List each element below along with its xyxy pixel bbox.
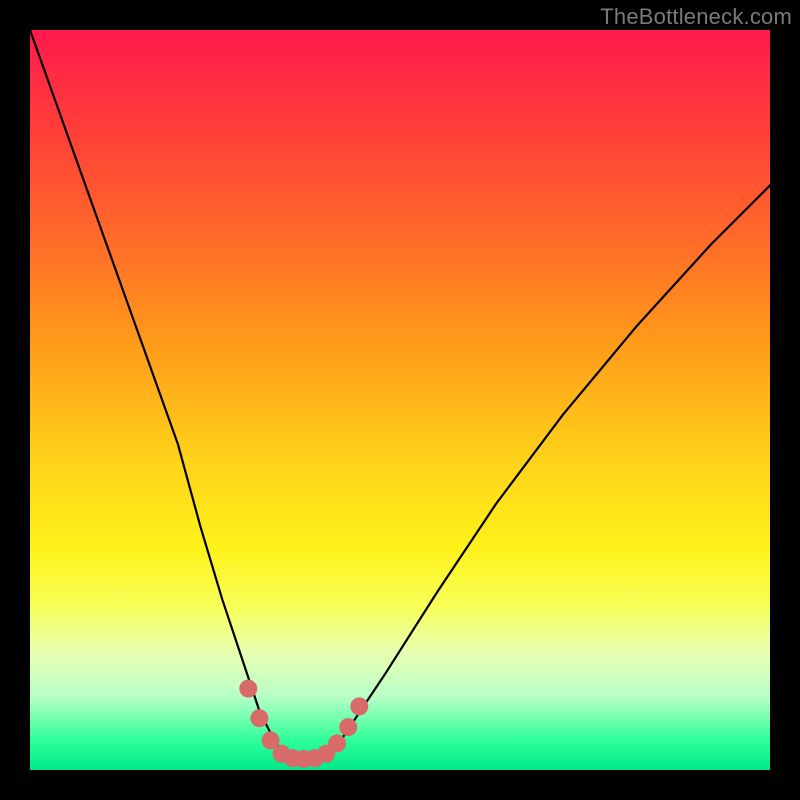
highlight-dot [262, 731, 280, 749]
highlight-dot [273, 745, 291, 763]
highlight-dot [317, 745, 335, 763]
highlight-dot [250, 709, 268, 727]
highlight-dot [328, 734, 346, 752]
chart-frame: TheBottleneck.com [0, 0, 800, 800]
highlight-dot [295, 750, 313, 768]
plot-area [30, 30, 770, 770]
highlight-dot [284, 749, 302, 767]
highlight-dot [239, 680, 257, 698]
highlight-dot [350, 697, 368, 715]
curve-svg [30, 30, 770, 770]
highlight-dot [339, 718, 357, 736]
highlight-dots [239, 680, 368, 768]
highlight-dot [306, 749, 324, 767]
watermark-text: TheBottleneck.com [600, 4, 792, 30]
bottleneck-curve [30, 30, 770, 759]
